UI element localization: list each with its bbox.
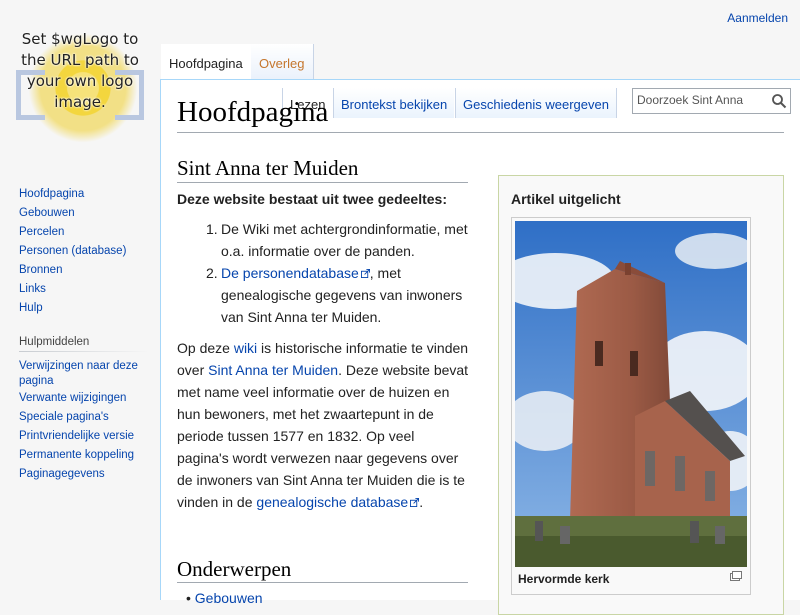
tools-heading: Hulpmiddelen	[19, 336, 90, 348]
topics-list-item: • Gebouwen	[186, 590, 263, 606]
bullet: •	[186, 590, 195, 606]
sidebar-item-permalink[interactable]: Permanente koppeling	[19, 448, 134, 463]
intro-paragraph: Op deze wiki is historische informatie t…	[177, 337, 469, 513]
logo-placeholder-text: Set $wgLogo to the URL path to your own …	[21, 30, 139, 111]
tab-talk-label: Overleg	[259, 56, 305, 71]
topic-link-buildings[interactable]: Gebouwen	[195, 590, 263, 606]
website-parts-list: 1. De Wiki met achtergrondinformatie, me…	[190, 218, 470, 328]
sidebar-item-persons[interactable]: Personen (database)	[19, 244, 126, 259]
tab-view-source-label: Brontekst bekijken	[341, 97, 448, 112]
list-item: 1. De Wiki met achtergrondinformatie, me…	[190, 218, 470, 262]
tab-main-page-label: Hoofdpagina	[169, 56, 243, 71]
featured-article-title: Artikel uitgelicht	[511, 191, 621, 207]
wiki-link[interactable]: wiki	[234, 340, 257, 356]
site-logo[interactable]: Set $wgLogo to the URL path to your own …	[10, 25, 150, 155]
intro-bold-text: Deze website bestaat uit twee gedeeltes:	[177, 191, 447, 207]
sidebar-item-links[interactable]: Links	[19, 282, 46, 297]
paragraph-text: Op deze	[177, 340, 234, 356]
enlarge-icon[interactable]	[730, 571, 742, 581]
list-item: 2. De personendatabase, met genealogisch…	[190, 262, 470, 328]
section-divider	[177, 182, 468, 183]
tab-history-label: Geschiedenis weergeven	[463, 97, 609, 112]
sidebar-item-help[interactable]: Hulp	[19, 301, 43, 316]
sidebar-item-special-pages[interactable]: Speciale pagina's	[19, 410, 109, 425]
section-heading-place: Sint Anna ter Muiden	[177, 156, 359, 180]
paragraph-text: .	[419, 494, 424, 510]
tab-talk[interactable]: Overleg	[251, 44, 314, 80]
genealogy-database-link[interactable]: genealogische database	[256, 494, 420, 510]
sidebar-item-printable[interactable]: Printvriendelijke versie	[19, 429, 134, 444]
paragraph-text: . Deze website bevat met name veel infor…	[177, 362, 469, 510]
personal-tools: Aanmelden	[727, 11, 788, 25]
tab-main-page[interactable]: Hoofdpagina	[161, 44, 252, 80]
tab-view-source[interactable]: Brontekst bekijken	[333, 88, 455, 118]
sidebar-item-related-changes[interactable]: Verwante wijzigingen	[19, 391, 126, 406]
login-link[interactable]: Aanmelden	[727, 11, 788, 25]
genealogy-database-link-text: genealogische database	[256, 494, 409, 510]
tab-history[interactable]: Geschiedenis weergeven	[455, 88, 617, 118]
sidebar-item-what-links-here[interactable]: Verwijzingen naar deze pagina	[19, 359, 154, 389]
sidebar-item-parcels[interactable]: Percelen	[19, 225, 64, 240]
sidebar-item-page-info[interactable]: Paginagegevens	[19, 467, 105, 482]
section-divider	[177, 582, 468, 583]
thumbnail-caption: Hervormde kerk	[518, 572, 610, 586]
sidebar-item-sources[interactable]: Bronnen	[19, 263, 62, 278]
place-link[interactable]: Sint Anna ter Muiden	[208, 362, 338, 378]
list-number: 1.	[206, 221, 218, 237]
persons-database-link[interactable]: De personendatabase	[221, 265, 370, 281]
external-link-icon	[410, 498, 420, 507]
church-photo[interactable]	[515, 221, 747, 567]
tools-divider	[19, 351, 149, 352]
church-illustration	[515, 221, 747, 567]
list-number: 2.	[206, 265, 218, 281]
list-item-text: De Wiki met achtergrondinformatie, met o…	[221, 221, 468, 259]
section-heading-topics: Onderwerpen	[177, 557, 292, 581]
search-input[interactable]	[637, 93, 769, 107]
search-box	[632, 88, 791, 114]
sidebar-item-buildings[interactable]: Gebouwen	[19, 206, 75, 221]
page-title: Hoofdpagina	[177, 96, 329, 128]
sidebar-item-main-page[interactable]: Hoofdpagina	[19, 187, 84, 202]
persons-database-link-text: De personendatabase	[221, 265, 359, 281]
external-link-icon	[360, 269, 370, 278]
magnifier-icon[interactable]	[771, 93, 787, 109]
title-divider	[177, 132, 784, 133]
